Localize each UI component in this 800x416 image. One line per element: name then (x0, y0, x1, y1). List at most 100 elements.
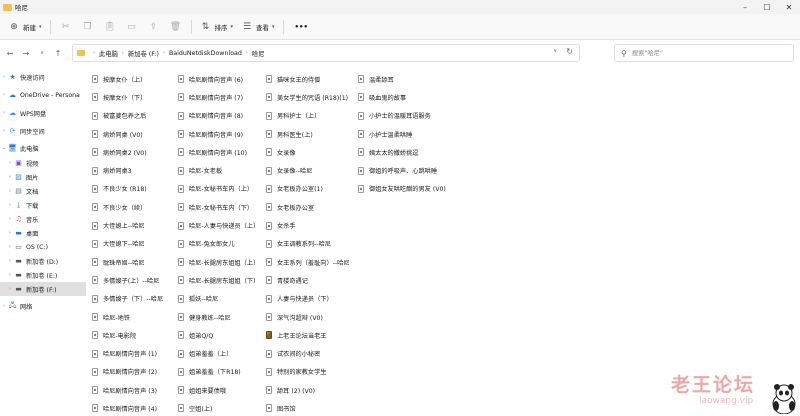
chevron-down-icon[interactable]: ∨ (553, 48, 557, 54)
chevron-right-icon[interactable]: › (6, 160, 14, 166)
audio-file-icon (266, 130, 272, 139)
chevron-right-icon[interactable]: › (6, 272, 14, 278)
up-button[interactable]: ↑ (50, 44, 66, 62)
breadcrumb-item[interactable]: BaiduNetdiskDownload (169, 50, 242, 57)
sidebar-item-quick-access[interactable]: › ★ 快速访问 (0, 70, 86, 84)
back-button[interactable]: ← (2, 44, 18, 62)
maximize-button[interactable]: ☐ (756, 0, 778, 14)
delete-button[interactable]: 🗑︎ (165, 17, 187, 37)
search-input[interactable] (631, 49, 782, 57)
breadcrumb-item[interactable]: 新加卷 (F:) (128, 49, 159, 58)
chevron-right-icon[interactable]: › (6, 258, 14, 264)
view-button[interactable]: ☰ 查看 ▾ (237, 17, 279, 37)
chevron-right-icon[interactable]: › (0, 128, 8, 134)
sidebar-item-onedrive[interactable]: › ☁ OneDrive - Persona (0, 88, 86, 102)
breadcrumb-item[interactable]: 此电脑 (99, 49, 118, 58)
file-item[interactable]: 深气沟超辩 (V0) (262, 308, 442, 326)
paste-button[interactable]: 📋︎ (99, 17, 121, 37)
sidebar-item-music[interactable]: › ♫ 音乐 (0, 212, 86, 226)
forward-button[interactable]: → (18, 44, 34, 62)
audio-file-icon (178, 111, 184, 120)
chevron-right-icon[interactable]: › (0, 303, 8, 309)
sidebar-item-network[interactable]: › 🖧︎ 网络 (0, 299, 86, 313)
audio-file-icon (92, 258, 98, 267)
file-name: 哈尼-兔女郎女儿 (189, 241, 235, 249)
sidebar-item-sync[interactable]: › ⟳ 同步空间 (0, 124, 86, 138)
chevron-right-icon[interactable]: › (6, 174, 14, 180)
file-item[interactable]: 女老板办公室 (262, 198, 442, 216)
address-bar[interactable]: › 此电脑 › 新加卷 (F:) › BaiduNetdiskDownload … (72, 44, 580, 62)
file-name: 哈尼剧情向音声 (1) (103, 351, 158, 359)
file-name: 不良少女（续） (103, 204, 147, 212)
rename-button[interactable]: ▭ (121, 17, 143, 37)
file-item[interactable]: 特别的家教女学生 (262, 363, 442, 381)
file-item[interactable]: 图书馆 (262, 399, 442, 416)
file-item[interactable]: 女王调教系列--哈尼 (262, 235, 442, 253)
close-button[interactable]: ✕ (778, 0, 800, 14)
chevron-right-icon[interactable]: › (6, 230, 14, 236)
share-button[interactable]: ⇪ (143, 17, 165, 37)
file-item[interactable]: 试衣间的小秘密 (262, 344, 442, 362)
refresh-icon[interactable]: ↻ (566, 47, 573, 56)
chevron-right-icon[interactable]: › (6, 202, 14, 208)
sidebar-item-drive-c[interactable]: › ▭ OS (C:) (0, 240, 86, 254)
image-icon: ▨ (15, 173, 22, 181)
chevron-down-icon[interactable]: ⌄ (0, 145, 8, 151)
chevron-right-icon[interactable]: › (0, 74, 8, 80)
chevron-right-icon[interactable]: › (6, 188, 14, 194)
chevron-right-icon[interactable]: › (0, 92, 8, 98)
chevron-right-icon[interactable]: › (6, 244, 14, 250)
chevron-right-icon[interactable]: › (0, 110, 8, 116)
copy-button[interactable]: ❐ (77, 17, 99, 37)
file-name: 哈尼-女老板 (189, 168, 223, 176)
file-name: 按摩女仆（下） (103, 94, 147, 102)
more-options-button[interactable]: ••• (288, 17, 312, 37)
file-item[interactable]: 温柔舔耳 (354, 70, 534, 88)
audio-file-icon (92, 313, 98, 321)
cut-button[interactable]: ✂ (55, 17, 77, 37)
sidebar-item-label: 图片 (26, 174, 39, 182)
breadcrumb-item[interactable]: 哈尼 (252, 49, 265, 58)
chevron-right-icon[interactable]: › (6, 216, 14, 222)
sidebar-item-drive-d[interactable]: › ▬ 新加卷 (D:) (0, 254, 86, 268)
file-item[interactable]: 御姐的呼吸声、心跳哄睡 (354, 161, 534, 179)
search-box[interactable]: ⚲ (614, 44, 794, 62)
file-item[interactable]: 人妻与快递员（下） (262, 290, 442, 308)
file-name: 哈尼-长腿房东姐姐（下） (189, 277, 260, 285)
file-item[interactable]: 上老王论坛当老王 (262, 326, 442, 344)
star-icon: ★ (9, 73, 16, 81)
download-icon: ⤓ (16, 200, 21, 209)
sidebar-item-drive-f[interactable]: › ▬ 新加卷 (F:) (0, 282, 86, 296)
chevron-right-icon: › (245, 50, 248, 56)
file-name: 多情嫂子(上）--哈尼 (103, 277, 160, 285)
file-item[interactable]: 御姐女友哄吃醋的男友 (V0) (354, 180, 534, 198)
file-name: 女王调教系列--哈尼 (277, 241, 331, 249)
chevron-right-icon[interactable]: › (6, 286, 14, 292)
minimize-button[interactable]: – (734, 0, 756, 14)
audio-file-icon (178, 367, 184, 376)
sidebar-item-wps[interactable]: › ☁ WPS网盘 (0, 106, 86, 120)
sidebar-item-desktop[interactable]: › ▬ 桌面 (0, 226, 86, 240)
file-item[interactable]: 吸血鬼的故事 (354, 88, 534, 106)
file-item[interactable]: 女杀手 (262, 216, 442, 234)
file-item[interactable]: 青楼奇遇记 (262, 271, 442, 289)
sidebar-item-videos[interactable]: › ▣ 视频 (0, 156, 86, 170)
file-item[interactable]: 舔耳 (2) (V0) (262, 381, 442, 399)
file-item[interactable]: 姨太太的撒娇挑逗 (354, 143, 534, 161)
sidebar-item-drive-e[interactable]: › ▬ 新加卷 (E:) (0, 268, 86, 282)
recent-locations-button[interactable]: ∨ (34, 44, 50, 62)
new-button[interactable]: ⊕ 新建 ▾ (4, 17, 46, 37)
audio-file-icon (266, 221, 272, 230)
sidebar-item-downloads[interactable]: › ⤓ 下载 (0, 198, 86, 212)
file-name: 小护士温柔哄睡 (369, 131, 413, 139)
sidebar-item-documents[interactable]: › ▤ 文档 (0, 184, 86, 198)
file-item[interactable]: 女王系列（羞耻向）--哈尼 (262, 253, 442, 271)
sidebar-item-pictures[interactable]: › ▨ 图片 (0, 170, 86, 184)
sort-button[interactable]: ⇅ 排序 ▾ (196, 17, 238, 37)
file-name: 哈尼剧情向音声 (2) (103, 369, 158, 377)
file-item[interactable]: 小护士的温暖耳语服务 (354, 107, 534, 125)
arrow-up-icon: ↑ (54, 48, 62, 58)
file-item[interactable]: 小护士温柔哄睡 (354, 125, 534, 143)
sidebar-item-this-pc[interactable]: ⌄ 🖥︎ 此电脑 (0, 141, 86, 155)
window-title: 哈尼 (15, 4, 28, 12)
